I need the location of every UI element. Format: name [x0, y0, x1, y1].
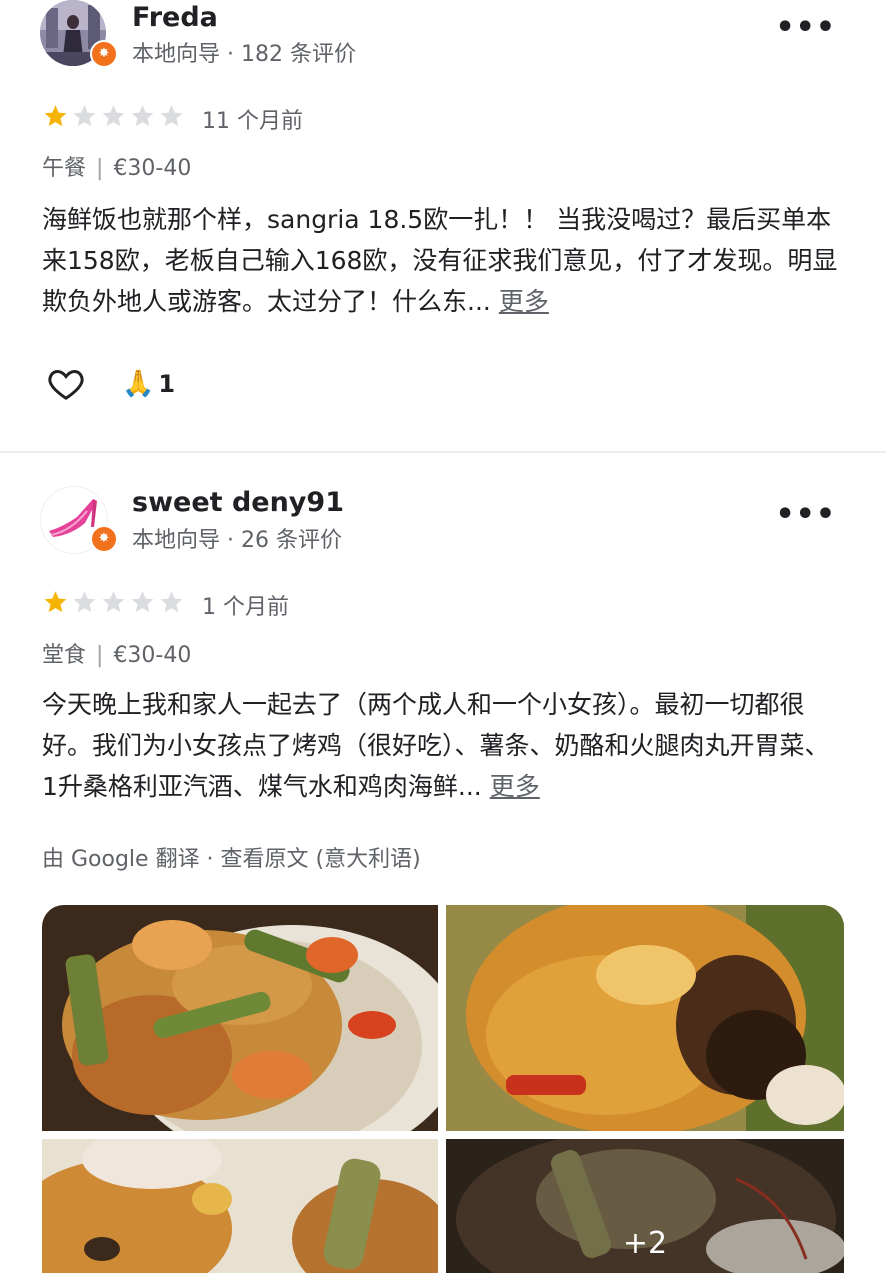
star-filled-icon: [44, 105, 67, 127]
review-photo[interactable]: +2: [446, 1139, 844, 1273]
review-text: 海鲜饭也就那个样，sangria 18.5欧一扎！！ 当我没喝过？最后买单本来1…: [42, 199, 842, 322]
review-text: 今天晚上我和家人一起去了（两个成人和一个小女孩）。最初一切都很好。我们为小女孩点…: [42, 684, 842, 807]
price-range: €30-40: [113, 156, 192, 181]
review-tags: 午餐 | €30-40: [42, 150, 191, 182]
review-photo[interactable]: [446, 905, 844, 1131]
more-vert-icon[interactable]: •••: [775, 10, 836, 45]
more-link[interactable]: 更多: [490, 772, 540, 801]
meal-type: 午餐: [42, 156, 87, 181]
review-tags: 堂食 | €30-40: [42, 637, 191, 669]
review-photo[interactable]: [42, 905, 438, 1131]
meal-type: 堂食: [42, 643, 87, 668]
reviewer-name[interactable]: sweet deny91: [132, 487, 344, 518]
reviewer-meta: 本地向导 · 26 条评价: [132, 528, 342, 553]
star-empty-icon: [73, 105, 96, 127]
review-card: ✸ Freda 本地向导 · 182 条评价 ••• 11 个月前 午餐 | €30…: [0, 0, 886, 452]
more-vert-icon[interactable]: •••: [775, 497, 836, 532]
star-rating: [42, 103, 185, 129]
star-empty-icon: [160, 591, 183, 613]
local-guide-badge-icon: ✸: [90, 40, 118, 68]
review-actions: 🙏 1: [44, 362, 175, 406]
review-photo[interactable]: [42, 1139, 438, 1273]
heart-outline-icon[interactable]: [44, 364, 88, 404]
star-empty-icon: [131, 105, 154, 127]
local-guide-badge-icon: ✸: [90, 525, 118, 553]
star-empty-icon: [131, 591, 154, 613]
star-empty-icon: [73, 591, 96, 613]
review-time: 1 个月前: [202, 595, 289, 620]
price-range: €30-40: [113, 643, 192, 668]
reviewer-name[interactable]: Freda: [132, 2, 218, 33]
more-link[interactable]: 更多: [499, 287, 549, 316]
reaction-icon[interactable]: 🙏: [122, 369, 154, 399]
star-filled-icon: [44, 591, 67, 613]
tag-separator: |: [96, 643, 104, 668]
review-time: 11 个月前: [202, 109, 303, 134]
reviewer-meta: 本地向导 · 182 条评价: [132, 42, 356, 67]
tag-separator: |: [96, 156, 104, 181]
review-body: 今天晚上我和家人一起去了（两个成人和一个小女孩）。最初一切都很好。我们为小女孩点…: [42, 690, 830, 801]
star-empty-icon: [102, 591, 125, 613]
review-body: 海鲜饭也就那个样，sangria 18.5欧一扎！！ 当我没喝过？最后买单本来1…: [42, 205, 838, 316]
translation-note[interactable]: 由 Google 翻译 · 查看原文 (意大利语): [42, 841, 421, 873]
star-rating: [42, 589, 185, 615]
reaction-count: 1: [158, 370, 176, 398]
star-empty-icon: [160, 105, 183, 127]
more-photos-count[interactable]: +2: [446, 1139, 844, 1273]
star-empty-icon: [102, 105, 125, 127]
review-card: ✸ sweet deny91 本地向导 · 26 条评价 ••• 1 个月前 堂…: [0, 453, 886, 1273]
